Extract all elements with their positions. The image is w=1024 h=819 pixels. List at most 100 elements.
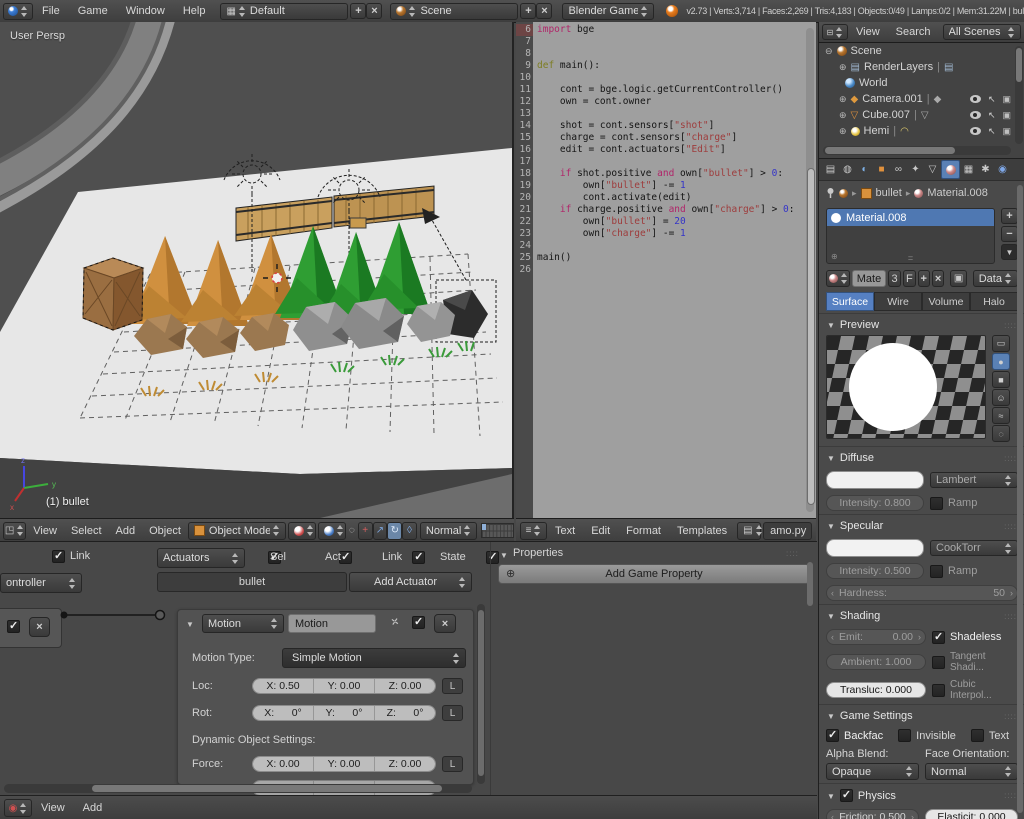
users-count-button[interactable]: 3 [888, 270, 901, 287]
menu-window[interactable]: Window [117, 5, 174, 17]
editor-type-button-logic[interactable]: ◉ [4, 799, 32, 817]
preview-sphere-button[interactable]: ● [992, 353, 1010, 370]
pivot-point-selector[interactable] [318, 522, 346, 540]
rot-xyz-field[interactable]: X: 0° Y: 0° Z: 0° [252, 705, 436, 721]
face-orientation-selector[interactable]: Normal [925, 763, 1018, 780]
elasticity-slider[interactable]: Elasticit: 0.000 [925, 809, 1018, 819]
loc-local-button[interactable]: L [442, 678, 463, 694]
preview-cube-button[interactable]: ■ [992, 371, 1010, 388]
add-layout-button[interactable] [350, 3, 366, 19]
editor-type-button-3dview[interactable]: ◳ [3, 522, 26, 540]
preview-sky-button[interactable]: ◌ [992, 425, 1010, 442]
rot-y[interactable]: Y: 0° [314, 706, 375, 720]
menu-outliner-view[interactable]: View [848, 26, 888, 38]
rot-x[interactable]: X: 0° [253, 706, 314, 720]
manipulator-rotate-button[interactable]: ↻ [387, 522, 402, 540]
menu-edit[interactable]: Edit [583, 525, 618, 537]
editor-type-button-outliner[interactable]: ⊟ [822, 24, 848, 40]
hardness-slider[interactable]: ‹ Hardness: 50 › [826, 585, 1018, 601]
selectable-pointer-icon[interactable] [988, 125, 996, 137]
actuators-filter-selector[interactable]: Actuators [157, 548, 245, 568]
outliner-hscrollbar[interactable] [823, 146, 1011, 155]
manipulator-translate-button[interactable]: ↗ [373, 522, 388, 540]
slider-right-arrow-icon[interactable]: › [1010, 588, 1013, 598]
pin-icon[interactable] [826, 187, 835, 199]
shadeless-checkbox[interactable] [932, 631, 945, 644]
alpha-blend-selector[interactable]: Opaque [826, 763, 919, 780]
layers-widget[interactable] [481, 523, 514, 538]
tab-scene-icon[interactable]: ◍ [839, 161, 856, 178]
editor-type-button-info[interactable] [3, 3, 33, 20]
scene-selector[interactable]: Scene [390, 3, 518, 20]
specular-intensity-slider[interactable]: Intensity: 0.500 [826, 563, 924, 579]
manipulator-scale-button[interactable]: ◊ [402, 522, 417, 540]
nodes-button[interactable]: ▣ [950, 270, 966, 287]
outliner-row-cube[interactable]: ▽ Cube.007 | ▽ [819, 107, 1024, 123]
add-scene-button[interactable] [520, 3, 536, 19]
loc-z[interactable]: Z: 0.00 [375, 679, 435, 693]
scrollbar-thumb[interactable] [478, 610, 484, 776]
panel-header-diffuse[interactable]: Diffuse [819, 446, 1024, 468]
type-tab-halo[interactable]: Halo [970, 292, 1018, 311]
menu-logic-add[interactable]: Add [74, 802, 112, 814]
tab-constraints-icon[interactable]: ∞ [890, 161, 907, 178]
type-tab-volume[interactable]: Volume [922, 292, 970, 311]
slider-right-arrow-icon[interactable]: › [911, 812, 914, 819]
object-name-field[interactable]: bullet [157, 572, 347, 592]
viewport-shading-selector[interactable] [288, 522, 316, 540]
toggle-link-checkbox[interactable] [412, 551, 425, 564]
tab-renderlayers-icon[interactable]: ▤ [822, 161, 839, 178]
tab-data-icon[interactable]: ▽ [924, 161, 941, 178]
motion-type-selector[interactable]: Simple Motion [282, 648, 466, 668]
type-tab-wire[interactable]: Wire [874, 292, 922, 311]
panel-header-shading[interactable]: Shading [819, 604, 1024, 626]
scrollbar-thumb[interactable] [92, 785, 442, 792]
collapse-triangle-icon[interactable] [186, 618, 194, 630]
diffuse-color-swatch[interactable] [826, 471, 924, 489]
outliner-row-world[interactable]: World [819, 75, 1024, 91]
tab-material-icon[interactable] [941, 160, 960, 179]
breadcrumb-material[interactable]: Material.008 [927, 187, 988, 199]
type-tab-surface[interactable]: Surface [826, 292, 874, 311]
pin-icon[interactable] [390, 616, 398, 628]
panel-header-physics[interactable]: Physics [819, 783, 1024, 806]
fake-user-button[interactable]: F [903, 270, 915, 287]
actuator-type-selector[interactable]: Motion [202, 614, 284, 633]
visibility-eye-icon[interactable] [970, 95, 981, 103]
force-xyz-field[interactable]: X: 0.00 Y: 0.00 Z: 0.00 [252, 756, 436, 772]
loc-xyz-field[interactable]: X: 0.50 Y: 0.00 Z: 0.00 [252, 678, 436, 694]
material-slot-active[interactable]: Material.008 [827, 209, 994, 226]
scrollbar-thumb[interactable] [807, 168, 815, 505]
tab-particles-icon[interactable]: ✱ [977, 161, 994, 178]
screen-layout-selector[interactable]: ▦ Default [220, 3, 348, 20]
loc-y[interactable]: Y: 0.00 [314, 679, 375, 693]
ambient-slider[interactable]: Ambient: 1.000 [826, 654, 926, 670]
selectable-pointer-icon[interactable] [988, 93, 996, 105]
physics-enable-checkbox[interactable] [840, 789, 853, 802]
backface-checkbox[interactable] [826, 729, 839, 742]
controller-filter-selector[interactable]: ontroller [0, 573, 82, 593]
diffuse-shader-selector[interactable]: Lambert [930, 472, 1018, 488]
menu-help[interactable]: Help [174, 5, 215, 17]
actuators-vscrollbar[interactable] [477, 604, 485, 784]
invisible-checkbox[interactable] [898, 729, 911, 742]
transform-orientation-selector[interactable]: Normal [420, 522, 477, 540]
rot-local-button[interactable]: L [442, 705, 463, 721]
render-engine-selector[interactable]: Blender Game [562, 3, 654, 20]
cubic-checkbox[interactable] [932, 684, 945, 697]
force-x[interactable]: X: 0.00 [253, 757, 314, 771]
breadcrumb-object[interactable]: bullet [876, 187, 902, 199]
outliner-vscrollbar[interactable] [1015, 46, 1023, 144]
tab-texture-icon[interactable]: ▦ [960, 161, 977, 178]
outliner-row-hemi[interactable]: Hemi | ◠ [819, 123, 1024, 139]
text-checkbox[interactable] [971, 729, 984, 742]
actuator-enable-checkbox[interactable] [412, 616, 425, 629]
viewport-scene-canvas[interactable]: z y x [0, 22, 512, 518]
outliner-row-camera[interactable]: ◆ Camera.001 | ◆ [819, 91, 1024, 107]
visibility-eye-icon[interactable] [970, 111, 981, 119]
editor-type-button-text[interactable]: ≡ [520, 522, 547, 540]
controllers-link-checkbox[interactable] [52, 550, 65, 563]
translucency-slider[interactable]: Transluc: 0.000 [826, 682, 926, 698]
slider-left-arrow-icon[interactable]: ‹ [831, 812, 834, 819]
scrollbar-thumb[interactable] [1017, 185, 1023, 813]
